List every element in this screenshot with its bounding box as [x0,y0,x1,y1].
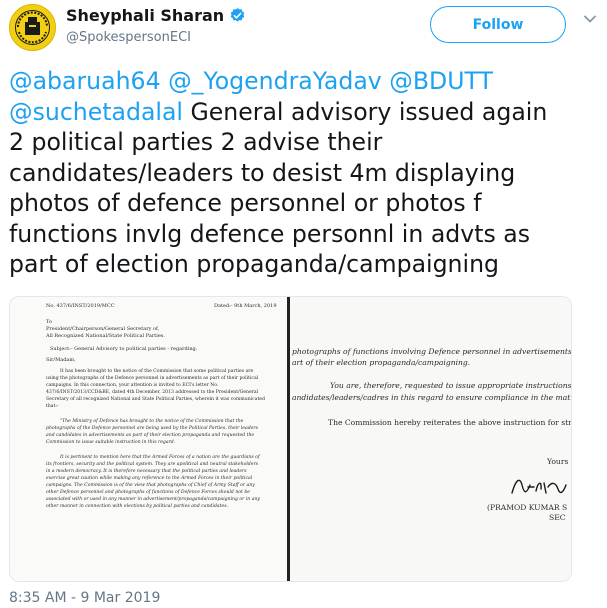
doc-para1-line: campaigns. In this connection, your atte… [46,383,219,388]
doc-quote2-line: associated with or used in any manner in… [46,497,261,502]
author-display-name[interactable]: Sheyphali Sharan [66,6,224,25]
doc-addressee-1: President/Chairperson/General Secretary … [46,326,160,332]
mention-links[interactable]: @abaruah64 @_YogendraYadav @BDUTT [9,67,493,95]
doc-signature-title: SEC [549,513,566,522]
doc-quote2-line: campaigns. The Commission is of the view… [46,483,255,488]
document-image-right[interactable]: photographs of functions involving Defen… [290,297,571,581]
author-name-row[interactable]: Sheyphali Sharan [66,6,246,25]
doc-ref-no: No. 437/6/INST/2019/MCC [46,303,115,309]
doc-quote2-line: It is pertinent to mention here that the… [60,455,260,460]
doc-quote2-line: other Defence personnel and photographs … [46,490,251,495]
avatar[interactable] [9,4,56,51]
handwritten-signature-icon [511,479,567,494]
doc-quote1-line: and candidates in advertisements as part… [46,433,255,438]
tweet-timestamp[interactable]: 8:35 AM - 9 Mar 2019 [9,590,160,606]
doc-right-line: photographs of functions involving Defen… [292,347,571,356]
doc-quote1-line: photographs of the Defence personnel are… [46,426,258,431]
chevron-down-icon[interactable] [583,14,597,24]
doc-quote2-line: other manner in connection with election… [46,504,229,509]
doc-quote2-line: in a modern democracy. It is therefore n… [46,469,247,474]
tweet-line-2: @suchetadalal General advisory issued ag… [9,97,594,128]
tweet-text: @abaruah64 @_YogendraYadav @BDUTT @suche… [9,66,594,280]
tweet-line-3: 2 political parties 2 advise their [9,128,383,156]
doc-para1-line: using the photographs of the Defence per… [46,376,259,381]
doc-para1-line: It has been brought to the notice of the… [60,369,254,374]
tweet-line-6: functions invlg defence personnl in advt… [9,219,531,248]
verified-badge-icon [230,8,245,22]
document-image-left[interactable]: No. 437/6/INST/2019/MCC Dated:- 9th Marc… [10,297,287,581]
doc-date: Dated:- 9th March, 2019 [214,303,277,309]
tweet-line-1: @abaruah64 @_YogendraYadav @BDUTT [9,66,594,97]
doc-right-line: The Commission hereby reiterates the abo… [328,418,571,427]
doc-para1-line: Secretary of all recognized National and… [46,397,265,402]
doc-quote2-line: exercise great caution while making any … [46,476,253,481]
eci-logo-icon [10,5,55,50]
doc-quote1-line: "The Ministry of Defence has brought to … [60,419,244,424]
doc-addressee-2: All Recognized National/State Political … [46,333,165,339]
author-handle[interactable]: @SpokespersonECI [66,30,191,45]
doc-right-line: art of their election propaganda/campaig… [292,358,471,367]
doc-to: To [46,319,52,325]
doc-salutation: Sir/Madam, [46,357,76,363]
tweet-line-4: candidates/leaders to desist 4m displayi… [9,158,516,187]
doc-para1-line: 437/6/INST/2013/CCD&BE, dated 4th Decemb… [46,390,259,395]
doc-quote2-line: its frontiers, security and the politica… [46,462,259,467]
doc-right-line: You are, therefore, requested to issue a… [330,381,571,390]
mention-link[interactable]: @suchetadalal [9,98,183,126]
tweet-text-segment: General advisory issued again [183,97,548,126]
tweet-media[interactable]: No. 437/6/INST/2019/MCC Dated:- 9th Marc… [9,296,572,582]
doc-closing: Yours [547,457,569,466]
doc-subject: Subject:- General Advisory to political … [50,346,198,352]
doc-signature-name: (PRAMOD KUMAR S [487,503,568,512]
tweet-line-5: photos of defence personnel or photos f [9,189,482,217]
tweet-line-7: part of election propaganda/campaigning [9,250,499,278]
follow-button[interactable]: Follow [430,6,566,43]
doc-para1-line: that:- [46,404,59,409]
doc-quote1-line: Commission to issue suitable instruction… [46,440,176,445]
doc-right-line: andidates/leaders/cadres in this regard … [292,393,571,402]
